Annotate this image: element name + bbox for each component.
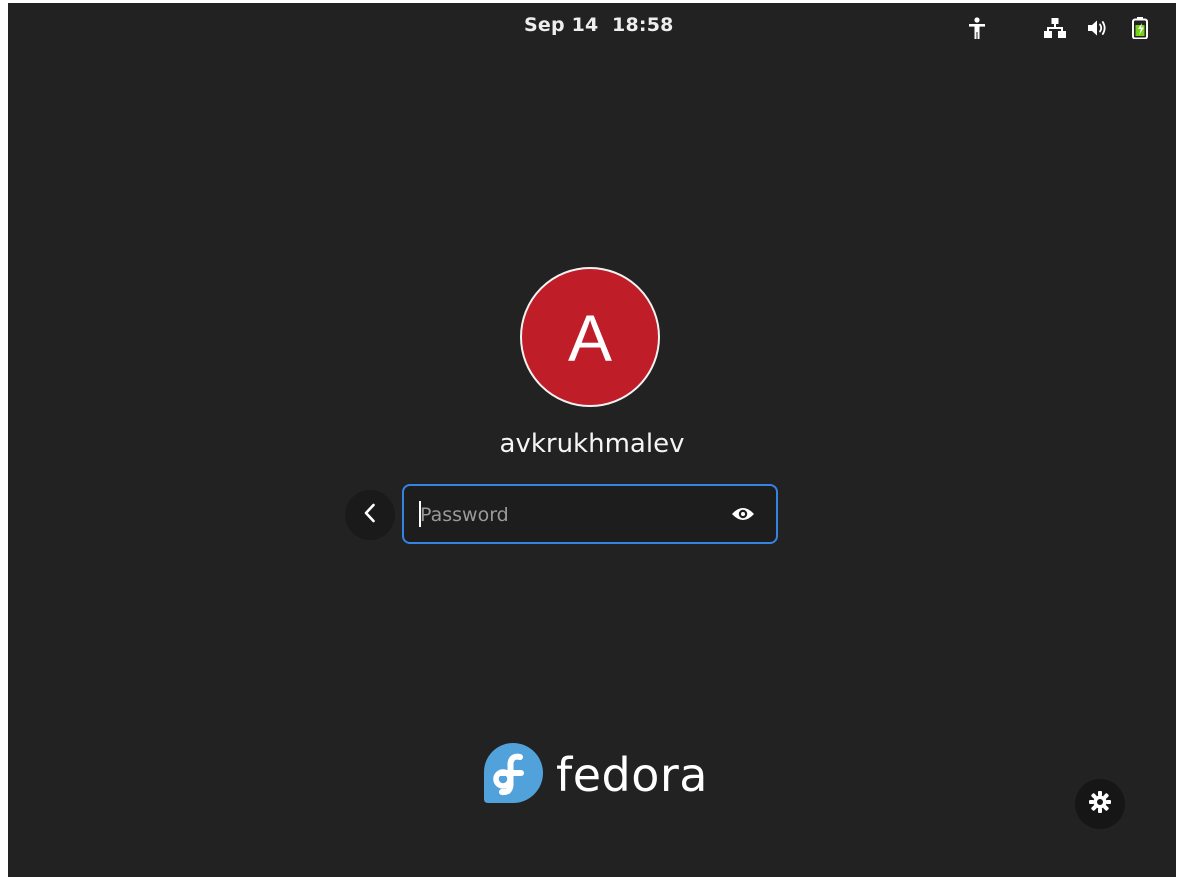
network-wired-icon[interactable] bbox=[1044, 17, 1066, 39]
text-caret bbox=[419, 501, 421, 527]
chevron-left-icon bbox=[362, 502, 378, 528]
battery-charging-icon[interactable] bbox=[1129, 17, 1151, 39]
avatar-initial: A bbox=[567, 301, 613, 375]
back-button[interactable] bbox=[345, 490, 395, 540]
user-avatar: A bbox=[520, 267, 660, 407]
gear-icon bbox=[1088, 790, 1112, 818]
login-screen: Sep 14 18:58 A avkrukhmalev fedora bbox=[8, 3, 1176, 877]
volume-icon[interactable] bbox=[1086, 17, 1108, 39]
username-label: avkrukhmalev bbox=[499, 429, 685, 459]
clock[interactable]: Sep 14 18:58 bbox=[524, 14, 674, 36]
password-input[interactable] bbox=[418, 486, 722, 544]
eye-icon[interactable] bbox=[730, 502, 756, 526]
top-bar: Sep 14 18:58 bbox=[8, 3, 1176, 49]
fedora-logo-icon bbox=[482, 741, 544, 809]
fedora-wordmark: fedora bbox=[556, 748, 708, 802]
accessibility-icon[interactable] bbox=[966, 17, 988, 39]
settings-button[interactable] bbox=[1075, 779, 1125, 829]
password-field[interactable] bbox=[402, 484, 778, 544]
fedora-logo: fedora bbox=[482, 743, 708, 807]
